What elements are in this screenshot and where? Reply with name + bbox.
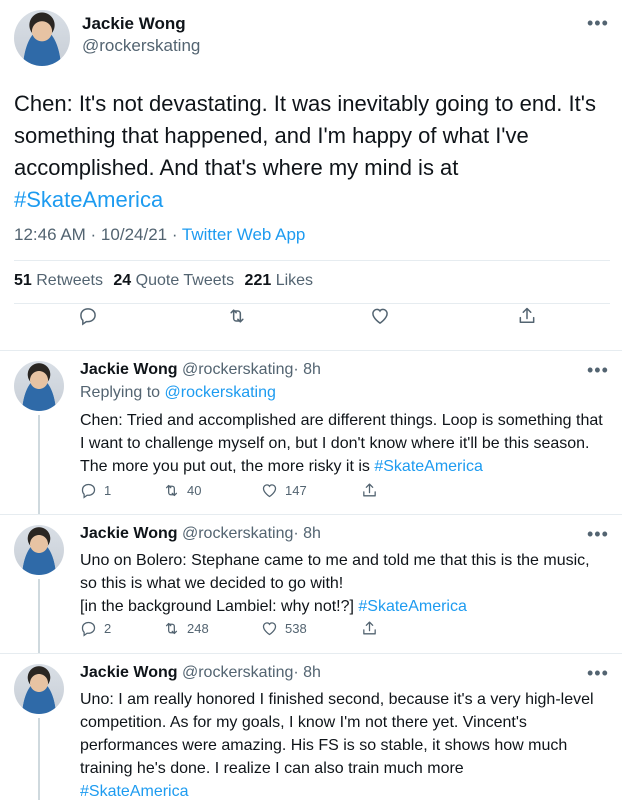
tweet-text: Chen: It's not devastating. It was inevi… [14,88,610,216]
tweet-action-bar: 2 248 538 [80,620,385,637]
retweet-count: 248 [187,621,209,636]
tweet-body-line2: [in the background Lambiel: why not!?] [80,598,359,615]
reply-count: 1 [104,483,112,498]
author-handle[interactable]: @rockerskating [182,361,293,378]
likes-stat[interactable]: 221 Likes [245,272,314,289]
thread-line [38,579,40,653]
thread-line [38,718,40,800]
share-icon [363,621,376,635]
like-icon [262,622,277,636]
tweet-body: Chen: It's not devastating. It was inevi… [14,91,596,180]
thread-line [38,415,40,514]
reply-tweet[interactable]: Jackie Wong @rockerskating· 8h ••• Uno: … [0,654,622,800]
avatar[interactable] [14,10,70,66]
avatar[interactable] [14,664,64,714]
divider [14,303,610,304]
retweet-icon [165,622,178,635]
more-dots-icon[interactable]: ••• [587,361,609,379]
retweet-button[interactable]: 40 [163,482,261,499]
more-dots-icon[interactable]: ••• [587,14,609,32]
avatar[interactable] [14,361,64,411]
author-handle[interactable]: @rockerskating [182,525,293,542]
replying-to: Replying to @rockerskating [80,384,276,401]
hashtag-link[interactable]: #SkateAmerica [80,783,189,800]
reply-icon[interactable] [78,306,98,326]
like-count: 147 [285,483,307,498]
author-handle[interactable]: @rockerskating [182,664,293,681]
like-icon[interactable] [370,306,390,326]
reply-icon [81,621,96,637]
tweet-source-link[interactable]: Twitter Web App [182,225,305,244]
share-button[interactable] [361,482,385,499]
author-name[interactable]: Jackie Wong [80,525,178,542]
reply-tweet[interactable]: Jackie Wong @rockerskating· 8h ••• Reply… [0,351,622,514]
tweet-age[interactable]: · 8h [293,525,321,542]
tweet-age[interactable]: · 8h [293,664,321,681]
author-handle[interactable]: @rockerskating [82,36,200,56]
quote-tweets-stat[interactable]: 24 Quote Tweets [113,272,234,289]
author-name[interactable]: Jackie Wong [80,361,178,378]
divider [14,260,610,261]
avatar[interactable] [14,525,64,575]
tweet-text: Chen: Tried and accomplished are differe… [80,409,610,478]
tweet-meta: 12:46 AM · 10/24/21 · Twitter Web App [14,225,305,245]
author-name[interactable]: Jackie Wong [80,664,178,681]
hashtag-link[interactable]: #SkateAmerica [14,187,163,212]
retweet-icon[interactable] [227,306,247,326]
share-icon[interactable] [517,306,537,326]
hashtag-link[interactable]: #SkateAmerica [374,458,483,475]
share-button[interactable] [361,620,385,637]
retweet-button[interactable]: 248 [163,620,261,637]
tweet-body: Uno on Bolero: Stephane came to me and t… [80,552,590,592]
tweet-age[interactable]: · 8h [293,361,321,378]
tweet-body: Chen: Tried and accomplished are differe… [80,412,603,475]
reply-tweet[interactable]: Jackie Wong @rockerskating· 8h ••• Uno o… [0,515,622,653]
tweet-text: Uno: I am really honored I finished seco… [80,688,610,803]
more-dots-icon[interactable]: ••• [587,664,609,682]
reply-button[interactable]: 1 [80,482,163,499]
like-button[interactable]: 538 [261,620,361,637]
reply-button[interactable]: 2 [80,620,163,637]
reply-header: Jackie Wong @rockerskating· 8h [80,361,321,379]
retweet-count: 40 [187,483,202,498]
retweets-stat[interactable]: 51 Retweets [14,272,103,289]
more-dots-icon[interactable]: ••• [587,525,609,543]
share-icon [363,483,376,497]
reply-header: Jackie Wong @rockerskating· 8h [80,525,321,543]
tweet-timestamp[interactable]: 12:46 AM · 10/24/21 · [14,225,182,244]
tweet-stats: 51 Retweets 24 Quote Tweets 221 Likes [14,272,319,290]
like-count: 538 [285,621,307,636]
reply-icon [81,483,96,499]
tweet-action-bar: 1 40 147 [80,482,385,499]
like-icon [262,484,277,498]
like-button[interactable]: 147 [261,482,361,499]
reply-count: 2 [104,621,112,636]
replying-to-link[interactable]: @rockerskating [165,384,276,401]
hashtag-link[interactable]: #SkateAmerica [358,598,467,615]
retweet-icon [165,484,178,497]
author-name[interactable]: Jackie Wong [82,14,186,34]
tweet-text: Uno on Bolero: Stephane came to me and t… [80,549,610,618]
tweet-body: Uno: I am really honored I finished seco… [80,691,594,777]
reply-header: Jackie Wong @rockerskating· 8h [80,664,321,682]
